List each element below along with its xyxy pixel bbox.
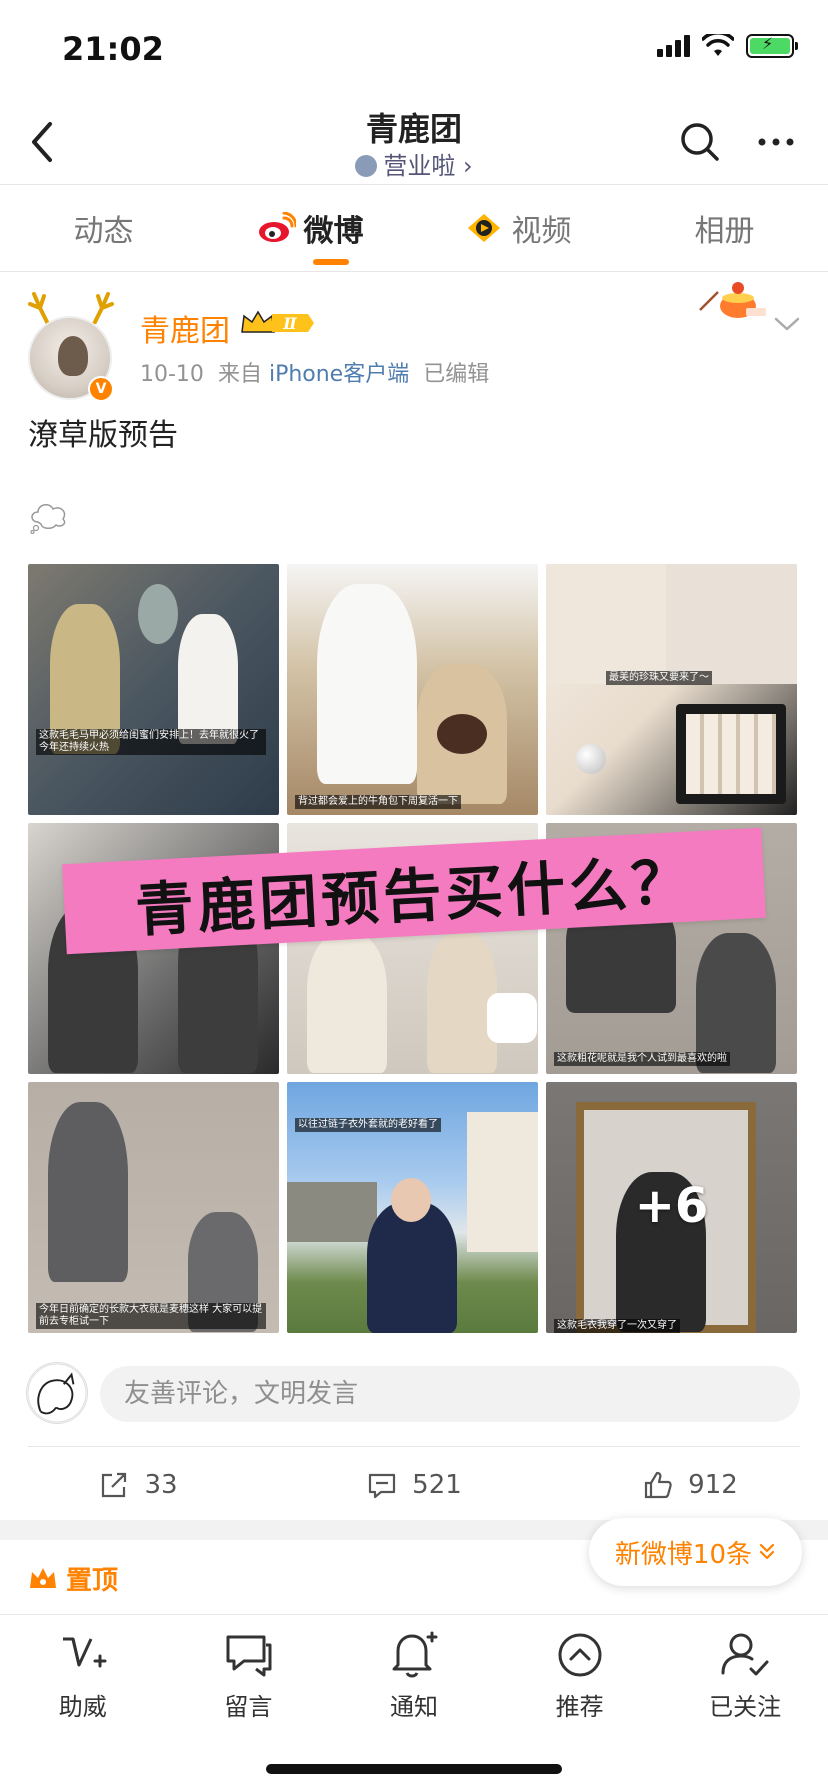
battery-icon [746,34,798,58]
author-avatar[interactable]: V [24,290,120,402]
author-name[interactable]: 青鹿团 [140,306,230,350]
post-source[interactable]: iPhone客户端 [269,362,409,387]
repost-count: 33 [144,1470,178,1500]
weibo-logo-icon [258,212,296,242]
crown-icon [30,1567,56,1588]
followed-icon [721,1633,769,1676]
like-button[interactable]: 912 [552,1450,828,1520]
comment-row [0,1362,828,1424]
new-posts-button[interactable]: 新微博10条 [588,1518,802,1586]
image-caption: 以往过链子衣外套就的老好看了 [295,1118,441,1132]
comment-input[interactable] [100,1366,800,1422]
double-chevron-down-icon [759,1543,775,1560]
post-actions: 33 521 912 [0,1450,828,1520]
post-image[interactable]: +6 这款毛衣我穿了一次又穿了 [546,1082,797,1333]
new-posts-label: 新微博10条 [614,1539,752,1570]
image-caption: 背过都会爱上的牛角包下周复活一下 [295,795,461,809]
tab-feed[interactable]: 动态 [0,185,207,271]
repost-icon [102,1472,127,1498]
my-avatar[interactable] [26,1362,88,1424]
boost-label: 助威 [58,1693,107,1721]
boost-icon [62,1637,107,1668]
pinned-section: 置顶 [28,1560,118,1597]
followed-button[interactable]: 已关注 [662,1615,828,1792]
verified-badge-icon: V [88,376,114,402]
image-caption: 这款粗花呢就是我个人试到最喜欢的啦 [554,1052,730,1066]
home-indicator [266,1764,562,1774]
recommend-label: 推荐 [555,1693,604,1721]
post-image[interactable]: 这款毛毛马甲必须给闺蜜们安排上！去年就很火了 今年还持续火热 [28,564,279,815]
antler-icon [92,292,114,324]
tab-weibo-label: 微博 [303,214,364,249]
bell-icon [392,1631,438,1678]
tab-video-label: 视频 [511,214,572,249]
post-image[interactable]: 背过都会爱上的牛角包下周复活一下 [287,564,538,815]
thought-bubble-icon [30,504,66,534]
divider [28,1446,800,1447]
more-icon[interactable] [754,120,798,164]
comment-icon [369,1473,396,1499]
post-edited: 已编辑 [423,362,490,387]
post-image[interactable]: 以往过链子衣外套就的老好看了 [287,1082,538,1333]
more-images-count: +6 [634,1178,709,1234]
repost-button[interactable]: 33 [0,1450,276,1520]
post-meta: 10-10 来自 iPhone客户端 已编辑 [140,356,489,388]
deer-icon [355,155,378,177]
nav-bar: 青鹿团 营业啦 › [0,100,828,184]
status-bar: 21:02 [0,0,828,100]
image-caption: 今年日前确定的长款大衣就是麦穗这样 大家可以提前去专柜试一下 [36,1303,266,1329]
vip-crown-icon[interactable]: Ⅱ [238,308,316,338]
tab-album-label: 相册 [694,214,755,249]
status-icons [657,34,798,58]
thumbs-up-icon [645,1471,672,1499]
video-logo-icon [467,214,500,242]
image-caption: 最美的珍珠又要来了～ [606,671,712,685]
post-source-prefix: 来自 [217,362,262,387]
image-grid: 这款毛毛马甲必须给闺蜜们安排上！去年就很火了 今年还持续火热 背过都会爱上的牛角… [28,564,800,1334]
profile-tabs: 动态 微博 视频 相册 [0,184,828,272]
tab-feed-label: 动态 [73,214,134,249]
chevron-down-icon[interactable] [772,312,802,336]
followed-label: 已关注 [709,1693,782,1721]
post-image[interactable]: 今年日前确定的长款大衣就是麦穗这样 大家可以提前去专柜试一下 [28,1082,279,1333]
image-caption: 这款毛毛马甲必须给闺蜜们安排上！去年就很火了 今年还持续火热 [36,729,266,755]
signal-icon [657,35,690,57]
tab-weibo[interactable]: 微博 [207,185,414,271]
hotpot-decor-icon [699,282,766,318]
post-image[interactable]: 最美的珍珠又要来了～ [546,564,797,815]
message-icon [226,1635,272,1677]
vip-level: Ⅱ [282,314,297,333]
comment-count: 521 [412,1470,462,1500]
status-text: 营业啦 › [383,152,473,180]
notify-label: 通知 [389,1693,438,1721]
message-label: 留言 [224,1693,273,1721]
pinned-label: 置顶 [66,1566,119,1596]
post-date: 10-10 [140,362,204,387]
status-time: 21:02 [62,30,164,68]
like-count: 912 [688,1470,738,1500]
tab-album[interactable]: 相册 [621,185,828,271]
image-caption: 这款毛衣我穿了一次又穿了 [554,1319,680,1333]
wifi-icon [702,34,734,56]
boost-button[interactable]: 助威 [0,1615,166,1792]
comment-button[interactable]: 521 [276,1450,552,1520]
tab-video[interactable]: 视频 [414,185,621,271]
recommend-icon [558,1633,602,1677]
post-text: 潦草版预告 [28,418,178,453]
search-icon[interactable] [678,120,722,164]
